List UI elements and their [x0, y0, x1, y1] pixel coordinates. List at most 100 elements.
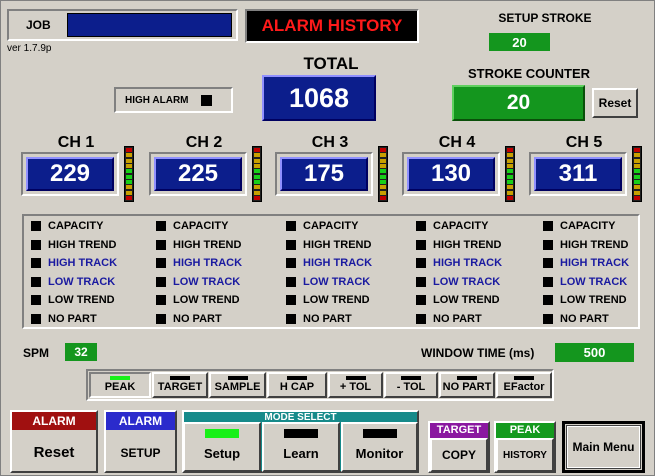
channel-label: CH 2 — [185, 134, 223, 151]
alarm-indicator — [286, 295, 296, 306]
mode-tab-indicator — [345, 376, 366, 380]
alarm-indicator — [543, 313, 553, 324]
alarm-indicator — [31, 221, 41, 232]
alarm-status-row: CAPACITY — [156, 217, 242, 236]
mode-learn-indicator — [284, 429, 318, 438]
alarm-history-button[interactable]: ALARM HISTORY — [245, 9, 419, 43]
alarm-setup-header: ALARM — [106, 412, 175, 430]
alarm-reset-button[interactable]: ALARM Reset — [10, 410, 98, 473]
mode-monitor-indicator — [363, 429, 397, 438]
peak-history-button[interactable]: HISTORY — [496, 438, 554, 472]
high-alarm-label: HIGH ALARM — [125, 94, 189, 106]
mode-tab-efactor[interactable]: EFactor — [496, 372, 552, 398]
job-field[interactable] — [67, 13, 232, 37]
mode-setup-indicator — [205, 429, 239, 438]
window-time-value[interactable]: 500 — [555, 343, 634, 362]
alarm-indicator — [31, 313, 41, 324]
alarm-status-row: CAPACITY — [286, 217, 372, 236]
channel-value: 175 — [280, 157, 368, 191]
alarm-indicator — [543, 221, 553, 232]
total-value: 1068 — [262, 75, 376, 121]
alarm-history-label: ALARM HISTORY — [261, 16, 403, 35]
mode-tab-h-cap[interactable]: H CAP — [267, 372, 327, 398]
alarm-indicator — [416, 313, 426, 324]
main-menu-label: Main Menu — [572, 440, 635, 454]
alarm-setup-button[interactable]: ALARM SETUP — [104, 410, 177, 473]
peak-header: PEAK — [509, 424, 541, 436]
alarm-label: NO PART — [433, 312, 482, 325]
alarm-status-row: HIGH TREND — [156, 236, 242, 255]
alarm-label: LOW TRACK — [560, 275, 628, 288]
stroke-counter-label: STROKE COUNTER — [467, 66, 591, 81]
alarm-status-row: HIGH TREND — [286, 236, 372, 255]
mode-learn-label: Learn — [283, 446, 319, 461]
peak-history-label: HISTORY — [503, 449, 547, 461]
channel-bargraph — [632, 146, 642, 202]
alarm-label: HIGH TRACK — [560, 257, 630, 269]
alarm-status-row: HIGH TRACK — [31, 254, 117, 273]
alarm-label: LOW TRACK — [433, 275, 501, 288]
target-copy-label: COPY — [441, 448, 476, 462]
high-alarm-panel: HIGH ALARM — [114, 87, 233, 113]
alarm-indicator — [156, 295, 166, 306]
mode-tab-tol[interactable]: - TOL — [384, 372, 438, 398]
channel-label: CH 4 — [438, 134, 476, 151]
alarm-status-row: LOW TREND — [543, 291, 629, 310]
mode-tab-indicator — [514, 376, 534, 380]
alarm-indicator — [286, 221, 296, 232]
channel-label: CH 3 — [311, 134, 349, 151]
mode-tab-peak[interactable]: PEAK — [89, 372, 151, 398]
mode-tab-sample[interactable]: SAMPLE — [209, 372, 266, 398]
alarm-setup-label: SETUP — [120, 446, 161, 460]
setup-stroke-value[interactable]: 20 — [489, 33, 550, 51]
alarm-indicator — [156, 258, 166, 269]
alarm-indicator — [543, 258, 553, 269]
monitor-screen: JOB ver 1.7.9p ALARM HISTORY SETUP STROK… — [0, 0, 655, 476]
mode-tab-tol[interactable]: + TOL — [328, 372, 383, 398]
alarm-label: CAPACITY — [173, 220, 229, 232]
mode-setup-button[interactable]: Setup — [183, 422, 261, 472]
alarm-label: HIGH TRACK — [173, 257, 243, 269]
mode-tab-label: EFactor — [503, 381, 545, 393]
target-copy-button[interactable]: COPY — [430, 438, 488, 472]
alarm-indicator — [156, 239, 166, 250]
alarm-status-row: LOW TREND — [156, 291, 242, 310]
alarm-status-row: NO PART — [416, 310, 502, 329]
mode-tab-indicator — [170, 376, 190, 380]
channel-bargraph — [378, 146, 388, 202]
mode-learn-button[interactable]: Learn — [262, 422, 340, 472]
alarm-label: LOW TREND — [173, 294, 240, 306]
alarm-indicator — [286, 239, 296, 250]
alarm-label: CAPACITY — [48, 220, 104, 232]
alarm-indicator — [543, 276, 553, 287]
alarm-label: NO PART — [173, 312, 222, 325]
spm-value: 32 — [65, 343, 97, 361]
alarm-status-row: LOW TRACK — [416, 273, 502, 292]
main-menu-button[interactable]: Main Menu — [562, 421, 645, 473]
alarm-indicator — [416, 258, 426, 269]
alarm-status-row: HIGH TREND — [543, 236, 629, 255]
mode-monitor-button[interactable]: Monitor — [341, 422, 418, 472]
alarm-status-column: CAPACITY HIGH TREND HIGH TRACK LOW TRACK LOW… — [286, 217, 372, 328]
alarm-indicator — [416, 221, 426, 232]
alarm-indicator — [286, 313, 296, 324]
channel-display: 311 — [529, 152, 627, 196]
high-alarm-indicator — [200, 94, 212, 106]
mode-tab-target[interactable]: TARGET — [152, 372, 208, 398]
alarm-status-row: CAPACITY — [31, 217, 117, 236]
alarm-indicator — [31, 276, 41, 287]
stroke-counter-reset-button[interactable]: Reset — [592, 88, 638, 118]
mode-tab-label: + TOL — [339, 381, 372, 393]
alarm-status-row: LOW TREND — [31, 291, 117, 310]
alarm-status-column: CAPACITY HIGH TREND HIGH TRACK LOW TRACK LOW… — [31, 217, 117, 328]
alarm-label: NO PART — [560, 312, 609, 325]
channel-value: 225 — [154, 157, 242, 191]
alarm-label: LOW TRACK — [173, 275, 241, 288]
alarm-status-row: HIGH TREND — [31, 236, 117, 255]
alarm-label: HIGH TREND — [173, 238, 242, 251]
mode-tab-no-part[interactable]: NO PART — [439, 372, 495, 398]
mode-tab-indicator — [401, 376, 421, 380]
alarm-status-row: LOW TRACK — [286, 273, 372, 292]
alarm-status-row: LOW TRACK — [156, 273, 242, 292]
alarm-status-row: NO PART — [543, 310, 629, 329]
